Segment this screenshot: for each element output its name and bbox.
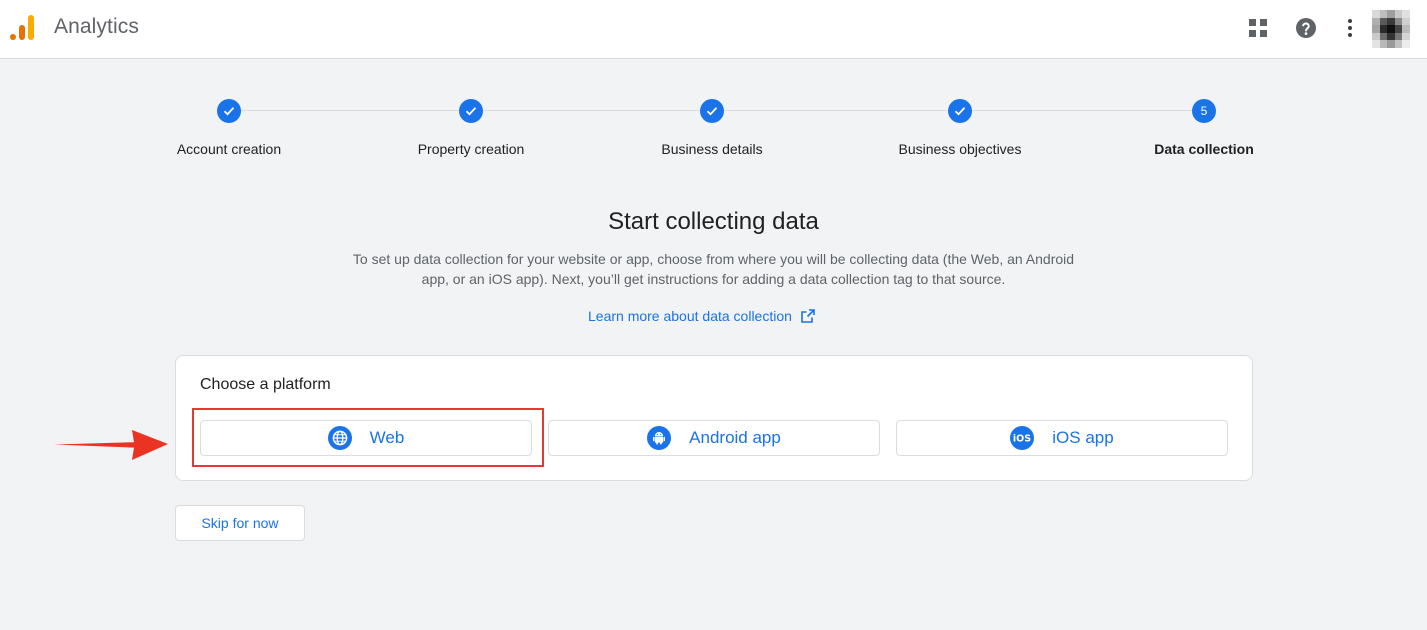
step-connector (241, 110, 459, 111)
step-complete-check-icon (459, 99, 483, 123)
android-icon (647, 426, 672, 450)
ios-app-label: iOS app (1052, 428, 1114, 447)
apps-grid-icon[interactable] (1246, 16, 1270, 40)
card-title: Choose a platform (200, 376, 331, 393)
choose-platform-card: Choose a platform Web Android app iOS iO… (175, 355, 1253, 481)
learn-more-label: Learn more about data collection (588, 308, 792, 324)
web-label: Web (369, 428, 405, 447)
step-connector (724, 110, 948, 111)
step-complete-check-icon (217, 99, 241, 123)
step-label-account-creation: Account creation (176, 141, 282, 157)
step-complete-check-icon (948, 99, 972, 123)
analytics-logo[interactable] (9, 13, 37, 41)
setup-stepper: 5 Account creation Property creation Bus… (0, 90, 1427, 170)
help-icon[interactable] (1294, 16, 1318, 40)
skip-for-now-button[interactable]: Skip for now (175, 505, 305, 541)
web-platform-button[interactable]: Web (200, 420, 532, 456)
step-label-property-creation: Property creation (417, 141, 525, 157)
step-number-badge: 5 (1192, 99, 1216, 123)
android-app-label: Android app (689, 428, 781, 447)
page-title: Start collecting data (608, 208, 819, 235)
step-complete-check-icon (700, 99, 724, 123)
step-connector (972, 110, 1192, 111)
description-line: To set up data collection for your websi… (352, 251, 1075, 267)
android-app-platform-button[interactable]: Android app (548, 420, 880, 456)
ios-icon: iOS (1010, 426, 1035, 450)
ios-app-platform-button[interactable]: iOS iOS app (896, 420, 1228, 456)
step-label-business-details: Business details (661, 141, 763, 157)
avatar[interactable] (1372, 10, 1410, 48)
globe-icon (327, 426, 352, 450)
svg-text:iOS: iOS (1013, 434, 1031, 445)
step-label-data-collection: Data collection (1154, 141, 1254, 157)
step-connector (483, 110, 700, 111)
top-app-bar: Analytics (0, 0, 1427, 59)
description-line: app, or an iOS app). Next, you’ll get in… (421, 271, 1006, 287)
learn-more-link[interactable]: Learn more about data collection (588, 306, 816, 326)
open-in-new-icon (801, 309, 815, 323)
page-description: To set up data collection for your websi… (313, 249, 1114, 289)
red-arrow-annotation (54, 430, 168, 460)
more-vert-icon[interactable] (1338, 16, 1362, 40)
app-title: Analytics (54, 15, 139, 38)
step-label-business-objectives: Business objectives (898, 141, 1022, 157)
